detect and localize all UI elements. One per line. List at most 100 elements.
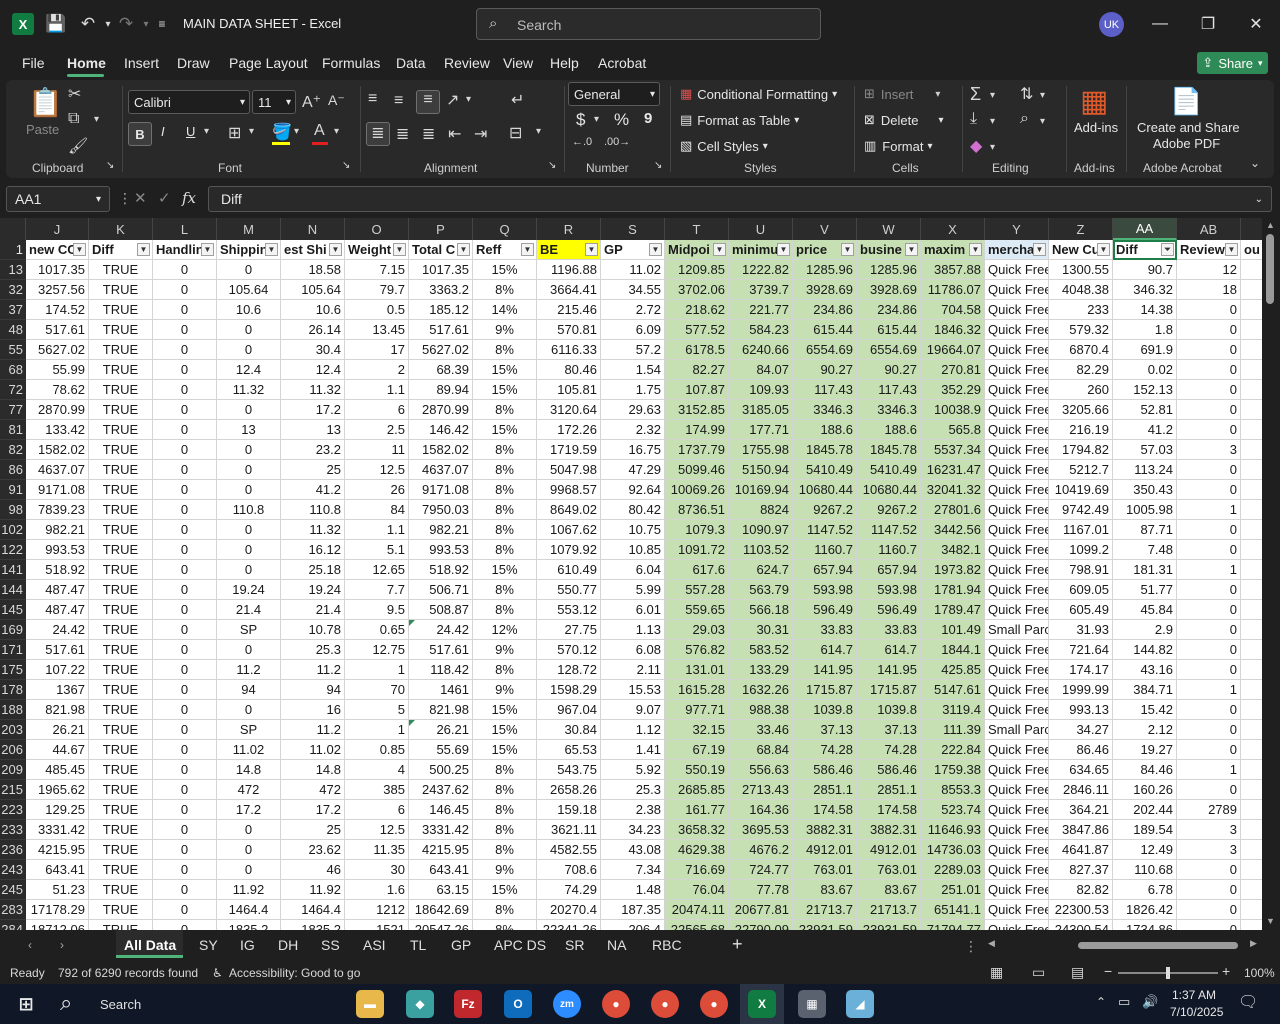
search-input[interactable]: ⌕ Search xyxy=(476,8,821,40)
table-cell[interactable]: 1.41 xyxy=(601,740,665,760)
table-cell[interactable] xyxy=(1241,600,1262,620)
paste-button[interactable]: Paste xyxy=(26,122,59,137)
table-cell[interactable]: 13 xyxy=(217,420,281,440)
volume-icon[interactable]: 🔊 xyxy=(1142,994,1158,1010)
table-cell[interactable]: 14.8 xyxy=(217,760,281,780)
wrap-text-icon[interactable]: ↵ xyxy=(511,90,524,110)
header-cell-z[interactable]: New Cu ▼ xyxy=(1049,240,1113,260)
table-cell[interactable] xyxy=(1241,460,1262,480)
table-cell[interactable]: 74.28 xyxy=(793,740,857,760)
table-cell[interactable]: 21.4 xyxy=(281,600,345,620)
table-cell[interactable]: 1464.4 xyxy=(281,900,345,920)
table-cell[interactable]: 6116.33 xyxy=(537,340,601,360)
windows-start-icon[interactable]: ⊞ xyxy=(12,990,40,1018)
table-cell[interactable]: 10169.94 xyxy=(729,480,793,500)
table-cell[interactable]: 13 xyxy=(281,420,345,440)
table-cell[interactable]: 2851.1 xyxy=(793,780,857,800)
table-cell[interactable]: 7.48 xyxy=(1113,540,1177,560)
table-cell[interactable]: 0 xyxy=(1177,660,1241,680)
table-cell[interactable]: 11.02 xyxy=(601,260,665,280)
table-cell[interactable]: 15% xyxy=(473,420,537,440)
chevron-down-icon[interactable]: ▾ xyxy=(990,90,995,101)
table-cell[interactable]: 0 xyxy=(153,920,217,930)
table-cell[interactable]: 3739.7 xyxy=(729,280,793,300)
table-cell[interactable]: 111.39 xyxy=(921,720,985,740)
zoom-slider-thumb[interactable] xyxy=(1166,967,1170,979)
table-cell[interactable]: 105.81 xyxy=(537,380,601,400)
table-cell[interactable]: 110.8 xyxy=(281,500,345,520)
table-cell[interactable]: 1300.55 xyxy=(1049,260,1113,280)
table-cell[interactable]: 20270.4 xyxy=(537,900,601,920)
table-cell[interactable]: 146.42 xyxy=(409,420,473,440)
table-cell[interactable]: TRUE xyxy=(89,540,153,560)
table-cell[interactable]: 1 xyxy=(1177,560,1241,580)
table-cell[interactable]: 8% xyxy=(473,280,537,300)
customize-qat-icon[interactable]: ≡ xyxy=(150,12,174,36)
header-cell-n[interactable]: est Shi ▼ xyxy=(281,240,345,260)
header-cell-t[interactable]: Midpoi ▼ xyxy=(665,240,729,260)
header-cell-aa[interactable]: Diff ⏷ xyxy=(1113,240,1177,260)
menu-insert[interactable]: Insert xyxy=(124,55,159,71)
table-cell[interactable]: 364.21 xyxy=(1049,800,1113,820)
table-cell[interactable]: 8% xyxy=(473,760,537,780)
table-cell[interactable]: 0.5 xyxy=(345,300,409,320)
table-cell[interactable]: Quick Free xyxy=(985,340,1049,360)
table-cell[interactable]: 993.53 xyxy=(409,540,473,560)
table-cell[interactable]: 0 xyxy=(153,860,217,880)
table-cell[interactable]: 27.75 xyxy=(537,620,601,640)
table-cell[interactable]: 11.92 xyxy=(217,880,281,900)
table-cell[interactable]: 6.04 xyxy=(601,560,665,580)
table-cell[interactable]: 6 xyxy=(345,400,409,420)
app-icon[interactable]: ◆ xyxy=(406,990,434,1018)
table-cell[interactable]: 1965.62 xyxy=(26,780,89,800)
table-cell[interactable]: 708.6 xyxy=(537,860,601,880)
table-cell[interactable]: 33.83 xyxy=(793,620,857,640)
add-ins-icon[interactable]: ▦ xyxy=(1080,84,1108,119)
table-cell[interactable] xyxy=(1241,400,1262,420)
insert-cells-button[interactable]: ⊞ Insert ▾ xyxy=(864,86,940,102)
table-cell[interactable]: 1794.82 xyxy=(1049,440,1113,460)
filter-dropdown-icon[interactable]: ▼ xyxy=(713,243,726,256)
table-cell[interactable]: 5099.46 xyxy=(665,460,729,480)
table-cell[interactable]: 517.61 xyxy=(26,640,89,660)
row-header[interactable]: 72 xyxy=(0,380,26,400)
table-cell[interactable]: 144.82 xyxy=(1113,640,1177,660)
table-cell[interactable]: 3882.31 xyxy=(857,820,921,840)
table-cell[interactable]: 23.2 xyxy=(281,440,345,460)
table-cell[interactable]: TRUE xyxy=(89,580,153,600)
table-cell[interactable]: 0 xyxy=(153,680,217,700)
table-cell[interactable]: 32.15 xyxy=(665,720,729,740)
table-cell[interactable]: 2870.99 xyxy=(26,400,89,420)
table-cell[interactable]: 233 xyxy=(1049,300,1113,320)
filter-dropdown-icon[interactable]: ▼ xyxy=(585,243,598,256)
table-cell[interactable]: 47.29 xyxy=(601,460,665,480)
table-cell[interactable]: 0 xyxy=(1177,780,1241,800)
table-cell[interactable]: 74.28 xyxy=(857,740,921,760)
table-cell[interactable]: 1835.2 xyxy=(217,920,281,930)
table-cell[interactable]: 0 xyxy=(153,700,217,720)
table-cell[interactable]: 3664.41 xyxy=(537,280,601,300)
table-cell[interactable]: 9171.08 xyxy=(409,480,473,500)
table-cell[interactable]: TRUE xyxy=(89,400,153,420)
table-cell[interactable]: 1285.96 xyxy=(793,260,857,280)
table-cell[interactable]: 51.23 xyxy=(26,880,89,900)
zoom-icon[interactable]: zm xyxy=(553,990,581,1018)
table-cell[interactable]: 25 xyxy=(281,820,345,840)
table-cell[interactable]: 1.1 xyxy=(345,380,409,400)
zoom-level[interactable]: 100% xyxy=(1244,966,1275,980)
table-cell[interactable]: 385 xyxy=(345,780,409,800)
table-cell[interactable]: 78.62 xyxy=(26,380,89,400)
table-cell[interactable]: 2437.62 xyxy=(409,780,473,800)
table-cell[interactable]: 593.98 xyxy=(793,580,857,600)
table-cell[interactable]: 0 xyxy=(153,720,217,740)
sheet-tab-asi[interactable]: ASI xyxy=(363,937,386,953)
table-cell[interactable]: 577.52 xyxy=(665,320,729,340)
table-cell[interactable]: 472 xyxy=(281,780,345,800)
table-cell[interactable]: 500.25 xyxy=(409,760,473,780)
table-cell[interactable]: 0 xyxy=(1177,700,1241,720)
table-cell[interactable]: 65.53 xyxy=(537,740,601,760)
table-cell[interactable]: Quick Free xyxy=(985,300,1049,320)
header-cell-m[interactable]: Shippin ▼ xyxy=(217,240,281,260)
table-cell[interactable]: 24300.54 xyxy=(1049,920,1113,930)
table-cell[interactable]: 1039.8 xyxy=(793,700,857,720)
